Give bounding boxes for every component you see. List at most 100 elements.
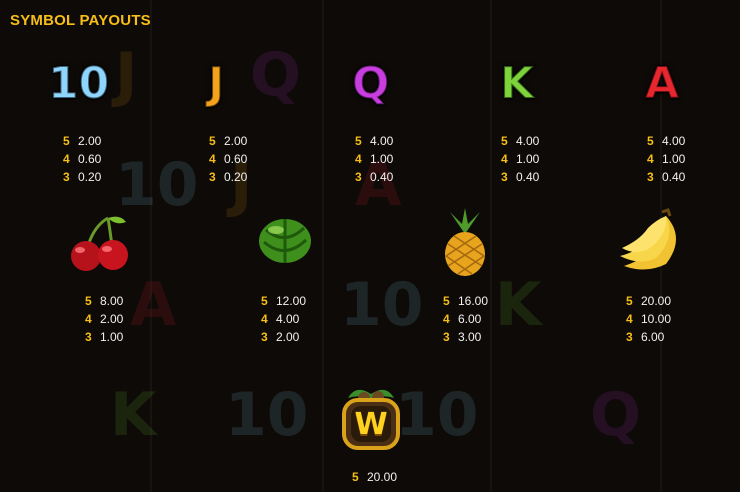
payout-value: 3.00	[458, 330, 482, 344]
bg-symbol: K	[495, 270, 542, 340]
payout-value: 1.00	[662, 152, 686, 166]
bg-symbol: Q	[590, 380, 642, 450]
match-count: 5	[443, 294, 450, 308]
payout-value: 0.60	[224, 152, 248, 166]
payout-value: 12.00	[276, 294, 307, 308]
payout-value: 10.00	[641, 312, 672, 326]
payout-row: 5 8.00	[85, 292, 123, 310]
match-count: 3	[209, 170, 216, 184]
match-count: 5	[261, 294, 268, 308]
match-count: 3	[355, 170, 362, 184]
payout-row: 5 2.00	[209, 132, 247, 150]
match-count: 3	[647, 170, 654, 184]
wild-letter: W	[354, 407, 388, 442]
payout-row: 3 3.00	[443, 328, 488, 346]
page-title: SYMBOL PAYOUTS	[10, 12, 151, 29]
payout-value: 8.00	[100, 294, 124, 308]
match-count: 4	[626, 312, 633, 326]
ten-payout-table: 5 2.00 4 0.60 3 0.20	[63, 132, 101, 186]
payout-value: 0.40	[662, 170, 686, 184]
payout-value: 1.00	[100, 330, 124, 344]
match-count: 4	[355, 152, 362, 166]
payout-value: 4.00	[276, 312, 300, 326]
payout-value: 0.20	[78, 170, 102, 184]
payout-row: 4 0.60	[63, 150, 101, 168]
match-count: 5	[626, 294, 633, 308]
payout-row: 5 2.00	[63, 132, 101, 150]
watermelon-payout-table: 5 12.00 4 4.00 3 2.00	[261, 292, 306, 346]
pineapple-payout-table: 5 16.00 4 6.00 3 3.00	[443, 292, 488, 346]
payout-value: 2.00	[100, 312, 124, 326]
bg-symbol: 10	[395, 380, 479, 450]
payout-row: 4 2.00	[85, 310, 123, 328]
payout-value: 20.00	[367, 470, 398, 484]
payout-row: 3 0.40	[647, 168, 685, 186]
q-symbol-icon: Q	[351, 58, 390, 109]
bg-symbol: 10	[225, 380, 309, 450]
a-payout-table: 5 4.00 4 1.00 3 0.40	[647, 132, 685, 186]
match-count: 3	[443, 330, 450, 344]
payout-value: 2.00	[224, 134, 248, 148]
payout-value: 2.00	[78, 134, 102, 148]
payout-value: 0.60	[78, 152, 102, 166]
watermelon-icon	[259, 219, 311, 263]
bg-symbol: 10	[115, 150, 199, 220]
payout-value: 6.00	[641, 330, 665, 344]
match-count: 3	[85, 330, 92, 344]
bg-symbol: Q	[250, 40, 302, 110]
q-payout-table: 5 4.00 4 1.00 3 0.40	[355, 132, 393, 186]
ten-symbol-icon: 10	[47, 58, 110, 109]
bananas-payout-table: 5 20.00 4 10.00 3 6.00	[626, 292, 671, 346]
bg-symbol: 10	[340, 270, 424, 340]
payout-row: 4 6.00	[443, 310, 488, 328]
payout-row: 5 4.00	[355, 132, 393, 150]
match-count: 5	[501, 134, 508, 148]
match-count: 4	[63, 152, 70, 166]
match-count: 5	[355, 134, 362, 148]
payout-value: 1.00	[370, 152, 394, 166]
payout-row: 3 0.20	[63, 168, 101, 186]
payout-value: 0.20	[224, 170, 248, 184]
wild-symbol-icon: W	[338, 384, 404, 452]
payout-row: 5 20.00	[352, 468, 397, 486]
match-count: 4	[647, 152, 654, 166]
a-symbol-icon: A	[644, 58, 680, 109]
match-count: 3	[626, 330, 633, 344]
match-count: 3	[501, 170, 508, 184]
cherries-icon	[71, 216, 128, 271]
match-count: 5	[647, 134, 654, 148]
payout-value: 0.40	[516, 170, 540, 184]
match-count: 4	[443, 312, 450, 326]
match-count: 5	[85, 294, 92, 308]
match-count: 5	[352, 470, 359, 484]
j-payout-table: 5 2.00 4 0.60 3 0.20	[209, 132, 247, 186]
match-count: 3	[63, 170, 70, 184]
payout-row: 3 0.20	[209, 168, 247, 186]
payout-row: 3 6.00	[626, 328, 671, 346]
payout-value: 4.00	[370, 134, 394, 148]
payout-row: 3 0.40	[501, 168, 539, 186]
payout-row: 4 1.00	[355, 150, 393, 168]
payout-value: 20.00	[641, 294, 672, 308]
match-count: 5	[209, 134, 216, 148]
match-count: 4	[209, 152, 216, 166]
payout-value: 2.00	[276, 330, 300, 344]
match-count: 5	[63, 134, 70, 148]
payout-row: 5 4.00	[647, 132, 685, 150]
payout-row: 5 20.00	[626, 292, 671, 310]
payout-row: 3 0.40	[355, 168, 393, 186]
payout-value: 16.00	[458, 294, 489, 308]
reel-divider	[322, 0, 324, 492]
payout-value: 4.00	[662, 134, 686, 148]
payout-row: 4 4.00	[261, 310, 306, 328]
bg-symbol: K	[110, 380, 157, 450]
k-symbol-icon: K	[499, 58, 535, 109]
payout-value: 6.00	[458, 312, 482, 326]
payout-row: 4 1.00	[647, 150, 685, 168]
payout-row: 4 1.00	[501, 150, 539, 168]
cherries-payout-table: 5 8.00 4 2.00 3 1.00	[85, 292, 123, 346]
wild-payout-table: 5 20.00	[352, 468, 397, 486]
match-count: 4	[261, 312, 268, 326]
match-count: 4	[85, 312, 92, 326]
pineapple-icon	[445, 208, 485, 276]
